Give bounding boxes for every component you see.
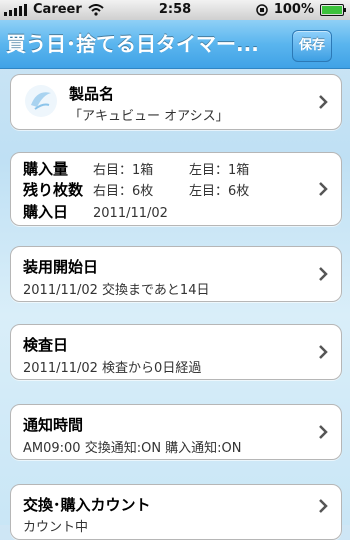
chevron-right-icon (319, 267, 328, 281)
exam-date-label: 検査日 (23, 336, 69, 354)
purchase-row-remaining: 残り枚数 右目：6枚 左目：6枚 (23, 179, 249, 200)
status-right: 100% (256, 2, 346, 17)
remaining-label: 残り枚数 (23, 181, 84, 199)
remaining-right: 右目：6枚 (93, 184, 154, 199)
exchange-purchase-count-cell[interactable]: 交換･購入カウント カウント中 (10, 484, 342, 540)
count-value: カウント中 (23, 520, 89, 535)
purchase-amount-label: 購入量 (23, 160, 69, 178)
purchase-row-date: 購入日 2011/11/02 (23, 201, 189, 222)
product-name-cell[interactable]: 製品名 「アキュビュー オアシス」 (10, 74, 342, 130)
chevron-right-icon (319, 182, 328, 196)
chevron-right-icon (319, 95, 328, 109)
purchase-amount-right: 右目：1箱 (93, 163, 154, 178)
lens-icon (25, 85, 57, 117)
remaining-left: 左目：6枚 (189, 184, 250, 199)
notification-time-value: AM09:00 交換通知:ON 購入通知:ON (23, 441, 242, 456)
start-date-cell[interactable]: 装用開始日 2011/11/02 交換まであと14日 (10, 246, 342, 302)
purchase-date-label: 購入日 (23, 203, 69, 221)
notification-time-cell[interactable]: 通知時間 AM09:00 交換通知:ON 購入通知:ON (10, 404, 342, 460)
start-date-label: 装用開始日 (23, 258, 99, 276)
purchase-date-value: 2011/11/02 (93, 206, 168, 221)
status-bar: Career 2:58 100% (0, 0, 350, 20)
page-title: 買う日･捨てる日タイマー... (6, 32, 259, 56)
chevron-right-icon (319, 499, 328, 513)
chevron-right-icon (319, 425, 328, 439)
purchase-amount-left: 左目：1箱 (189, 163, 250, 178)
notification-time-label: 通知時間 (23, 416, 84, 434)
product-label: 製品名 (69, 85, 115, 103)
lock-rotation-icon (256, 3, 268, 16)
save-button[interactable]: 保存 (292, 30, 332, 62)
exam-date-value: 2011/11/02 検査から0日経過 (23, 361, 202, 376)
product-value: 「アキュビュー オアシス」 (69, 109, 229, 124)
battery-icon (320, 3, 346, 16)
navigation-bar: 買う日･捨てる日タイマー... 保存 (0, 20, 350, 69)
chevron-right-icon (319, 345, 328, 359)
battery-percent: 100% (273, 2, 314, 17)
count-label: 交換･購入カウント (23, 496, 151, 514)
exam-date-cell[interactable]: 検査日 2011/11/02 検査から0日経過 (10, 324, 342, 380)
purchase-info-cell[interactable]: 購入量 右目：1箱 左目：1箱 残り枚数 右目：6枚 左目：6枚 購入日 2011/11/… (10, 152, 342, 226)
start-date-value: 2011/11/02 交換まであと14日 (23, 283, 210, 298)
purchase-row-amount: 購入量 右目：1箱 左目：1箱 (23, 158, 249, 179)
